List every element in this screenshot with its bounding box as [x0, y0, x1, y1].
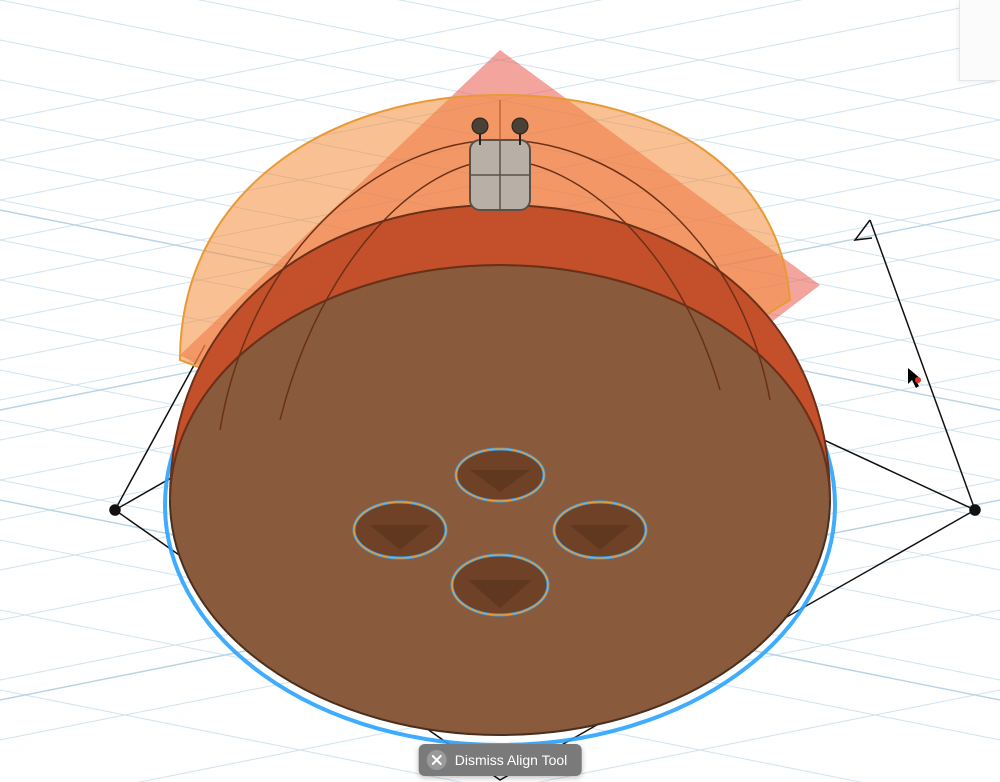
scene-svg	[0, 0, 1000, 782]
close-icon	[427, 750, 447, 770]
axis-indicator-dot	[915, 377, 921, 383]
3d-workplane-viewport[interactable]: Dismiss Align Tool	[0, 0, 1000, 782]
panel-edge	[959, 0, 1000, 81]
dismiss-align-tool-button[interactable]: Dismiss Align Tool	[419, 744, 582, 776]
dismiss-label: Dismiss Align Tool	[455, 753, 568, 767]
